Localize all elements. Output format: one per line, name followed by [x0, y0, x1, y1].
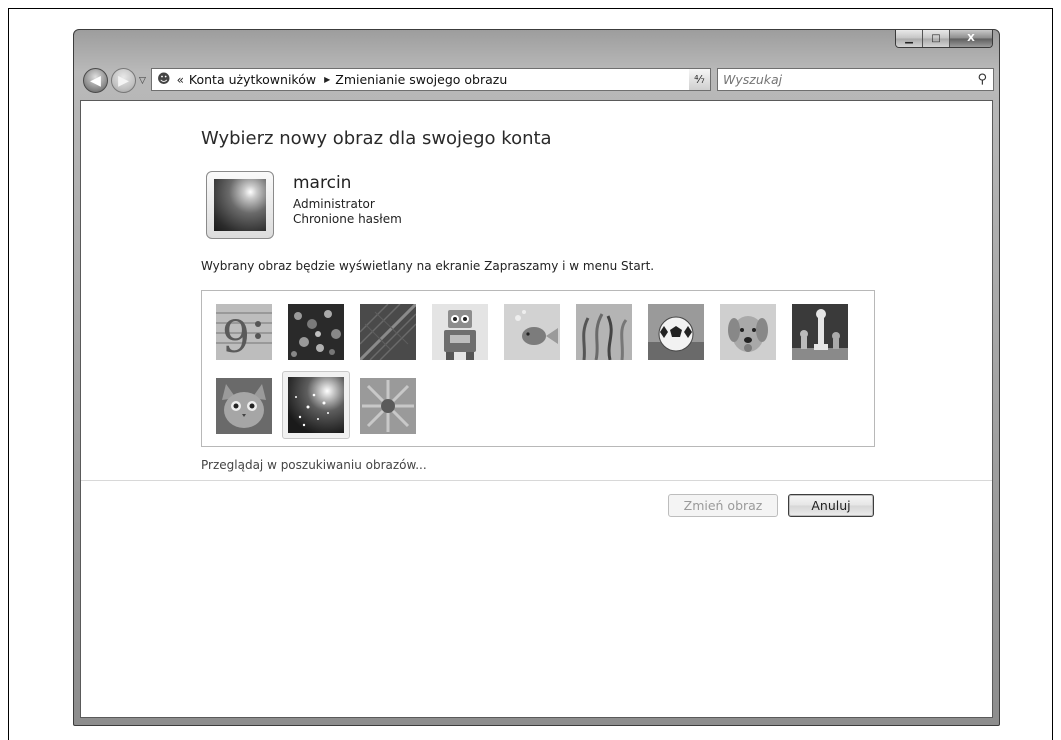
picture-kitten[interactable]: [216, 378, 272, 434]
user-accounts-icon: ☻: [157, 72, 171, 87]
explorer-window: ▁ □ X ◀ ▶ ▽ ☻ « Konta użytkowników ▶ Zmi…: [73, 29, 1000, 726]
picture-stars[interactable]: [282, 371, 350, 439]
address-bar[interactable]: ☻ « Konta użytkowników ▶ Zmienianie swoj…: [151, 68, 711, 91]
minimize-button[interactable]: ▁: [896, 30, 923, 47]
back-button[interactable]: ◀: [83, 68, 108, 93]
browse-pictures-link[interactable]: Przeglądaj w poszukiwaniu obrazów...: [201, 458, 427, 472]
picture-beads[interactable]: [288, 304, 344, 360]
forward-button[interactable]: ▶: [111, 68, 136, 93]
breadcrumb-change-picture[interactable]: Zmienianie swojego obrazu: [335, 72, 507, 87]
info-text: Wybrany obraz będzie wyświetlany na ekra…: [201, 259, 655, 273]
current-user-picture: [206, 171, 274, 239]
picture-chess[interactable]: [792, 304, 848, 360]
picture-gallery: 9: [201, 290, 875, 447]
picture-robot[interactable]: [432, 304, 488, 360]
picture-leaf[interactable]: [358, 302, 418, 362]
change-picture-button[interactable]: Zmień obraz: [668, 494, 778, 517]
search-box[interactable]: ⚲: [717, 68, 994, 91]
maximize-button[interactable]: □: [923, 30, 950, 47]
breadcrumb-user-accounts[interactable]: Konta użytkowników: [189, 72, 316, 87]
picture-goldfish[interactable]: [504, 304, 560, 360]
search-input[interactable]: [718, 71, 965, 88]
refresh-button[interactable]: ⁴⁄₇: [689, 68, 711, 91]
recent-pages-dropdown-icon[interactable]: ▽: [139, 76, 146, 86]
picture-flower[interactable]: [360, 378, 416, 434]
caption-buttons: ▁ □ X: [895, 30, 993, 48]
picture-bass-clef[interactable]: 9: [216, 304, 272, 363]
picture-soccer-ball[interactable]: [648, 304, 704, 360]
content-panel: Wybierz nowy obraz dla swojego konta mar…: [80, 100, 993, 718]
search-icon[interactable]: ⚲: [977, 72, 987, 87]
address-overflow-icon[interactable]: «: [177, 73, 184, 87]
breadcrumb-arrow-icon[interactable]: ▶: [324, 75, 330, 84]
picture-seaweed[interactable]: [576, 304, 632, 361]
page-title: Wybierz nowy obraz dla swojego konta: [201, 128, 552, 149]
svg-text:9: 9: [222, 312, 250, 360]
navigation-toolbar: ◀ ▶ ▽ ☻ « Konta użytkowników ▶ Zmieniani…: [80, 68, 994, 94]
user-name: marcin: [293, 173, 352, 193]
picture-dog[interactable]: [720, 304, 776, 360]
cancel-button[interactable]: Anuluj: [788, 494, 874, 517]
close-button[interactable]: X: [950, 30, 992, 47]
user-role: Administrator: [293, 197, 375, 211]
avatar: [214, 179, 266, 231]
password-status: Chronione hasłem: [293, 212, 402, 226]
divider: [81, 480, 992, 481]
